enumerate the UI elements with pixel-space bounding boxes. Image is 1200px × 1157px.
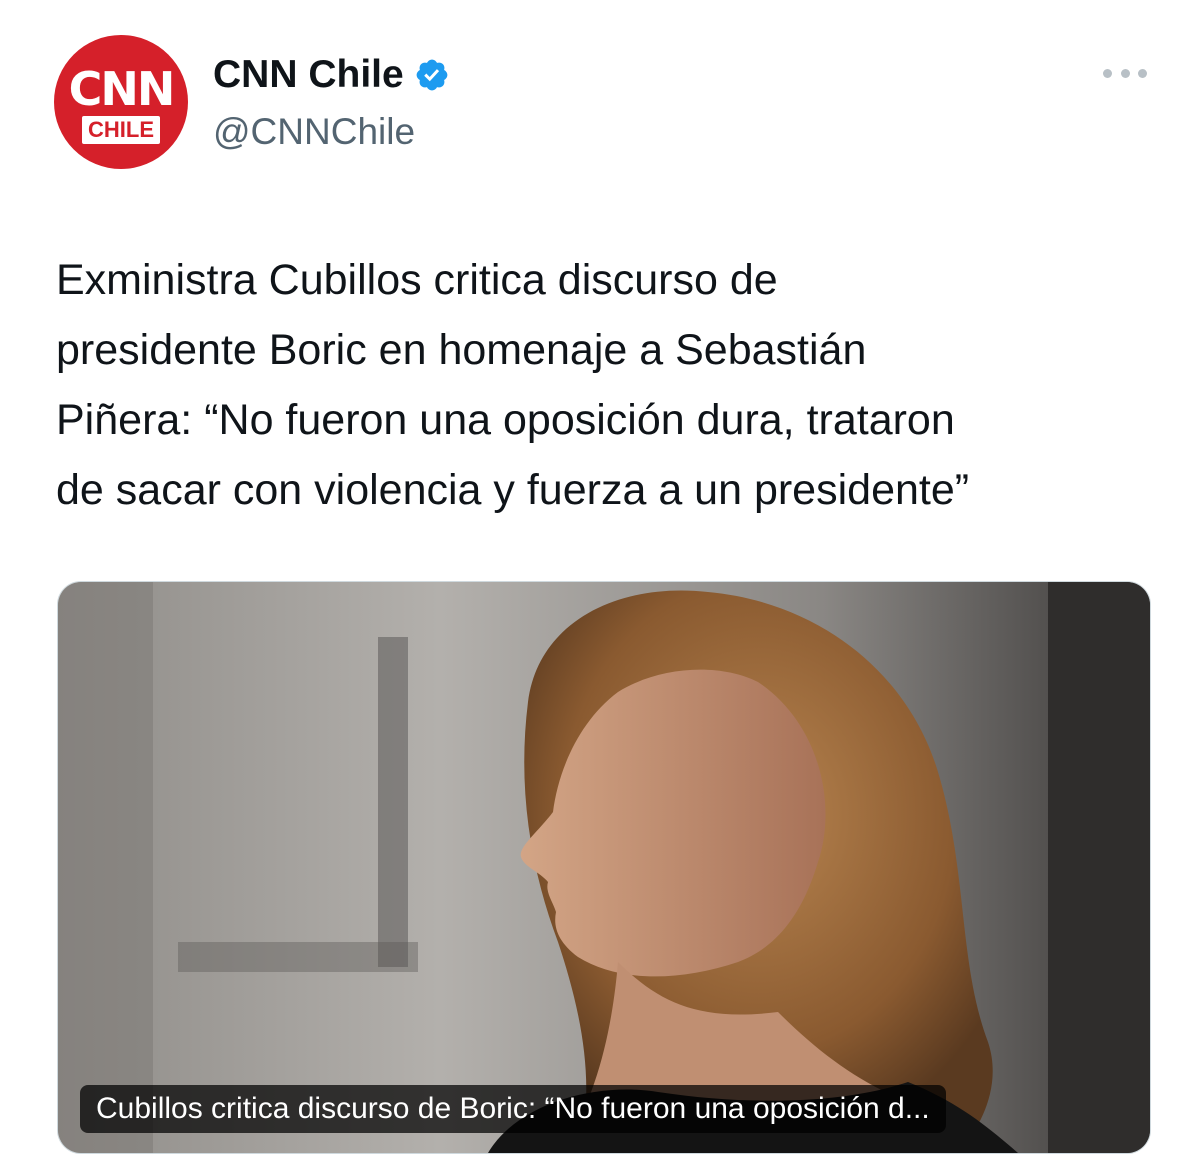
- more-dot-icon: [1138, 68, 1147, 78]
- display-name-row[interactable]: CNN Chile: [213, 52, 450, 98]
- link-card[interactable]: Cubillos critica discurso de Boric: “No …: [57, 581, 1151, 1154]
- display-name[interactable]: CNN Chile: [213, 52, 404, 98]
- more-dot-icon: [1103, 68, 1112, 78]
- avatar-logo-text: CNN: [68, 61, 176, 116]
- card-image: [58, 582, 1150, 1153]
- card-title: Cubillos critica discurso de Boric: “No …: [80, 1085, 946, 1133]
- more-dot-icon: [1120, 68, 1130, 78]
- avatar[interactable]: CNN CHILE: [54, 35, 188, 169]
- verified-badge-icon: [416, 59, 448, 91]
- tweet-text: Exministra Cubillos critica discurso de …: [56, 256, 970, 514]
- more-options-button[interactable]: [1103, 62, 1147, 84]
- avatar-logo-subtext: CHILE: [82, 115, 160, 145]
- user-handle[interactable]: @CNNChile: [213, 110, 415, 154]
